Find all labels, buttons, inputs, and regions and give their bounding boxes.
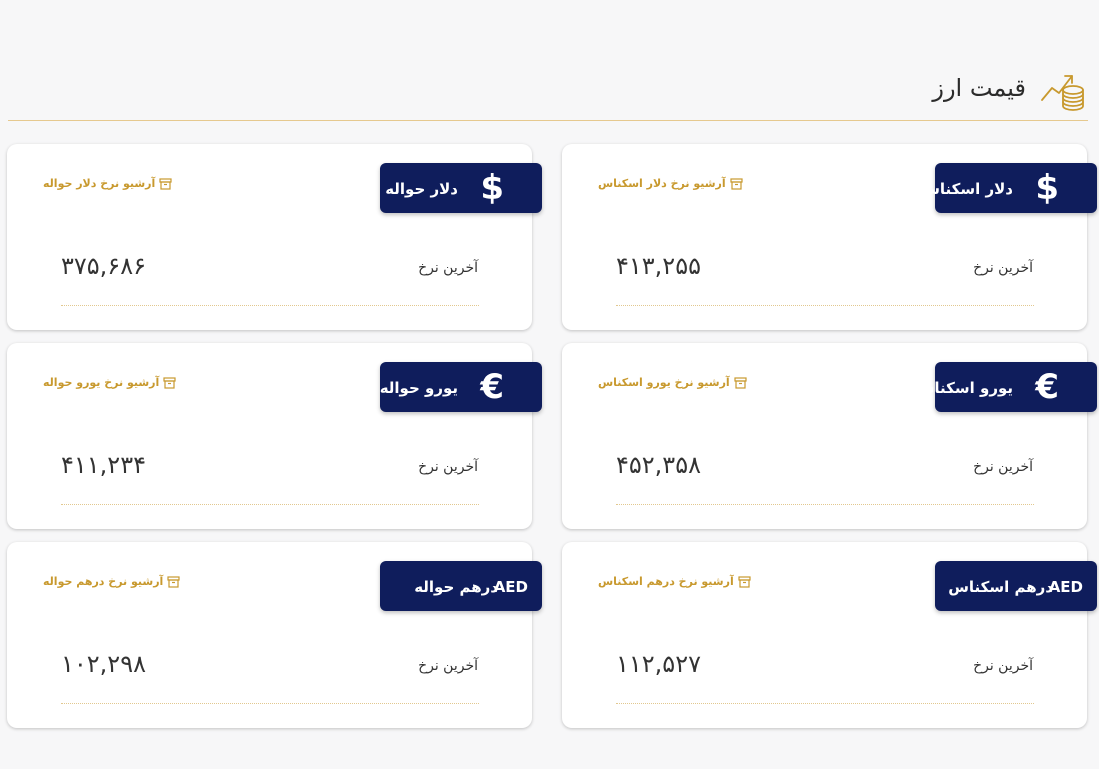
euro-icon: € — [1035, 367, 1059, 407]
rate-label: آخرین نرخ — [418, 260, 478, 276]
rate-card-dollar-transfer: $ دلار حواله آرشیو نرخ دلار حواله آخرین … — [7, 144, 542, 330]
currency-name: درهم اسکناس — [948, 578, 1053, 596]
currency-badge[interactable]: AED درهم اسکناس — [935, 561, 1097, 611]
archive-link-label: آرشیو نرخ درهم حواله — [43, 575, 164, 588]
currency-name: درهم حواله — [414, 578, 498, 596]
divider — [61, 703, 479, 704]
euro-icon: € — [480, 367, 504, 407]
rate-label: آخرین نرخ — [973, 459, 1033, 475]
archive-link[interactable]: آرشیو نرخ یورو اسکناس — [598, 376, 747, 389]
archive-link[interactable]: آرشیو نرخ دلار اسکناس — [598, 177, 743, 190]
archive-link-label: آرشیو نرخ یورو اسکناس — [598, 376, 730, 389]
archive-icon — [163, 376, 176, 389]
rate-card-dollar-cash: $ دلار اسکناس آرشیو نرخ دلار اسکناس آخری… — [562, 144, 1097, 330]
aed-icon: AED — [1048, 578, 1083, 596]
currency-badge[interactable]: AED درهم حواله — [380, 561, 542, 611]
divider — [616, 305, 1034, 306]
archive-link[interactable]: آرشیو نرخ یورو حواله — [43, 376, 176, 389]
rate-label: آخرین نرخ — [973, 260, 1033, 276]
currency-name: دلار اسکناس — [919, 180, 1013, 198]
rate-card-dirham-cash: AED درهم اسکناس آرشیو نرخ درهم اسکناس آخ… — [562, 542, 1097, 728]
rate-value: ۴۱۱,۲۳۴ — [61, 451, 146, 479]
archive-link-label: آرشیو نرخ دلار حواله — [43, 177, 156, 190]
page-title: قیمت ارز — [932, 74, 1026, 102]
currency-badge[interactable]: $ دلار حواله — [380, 163, 542, 213]
archive-link[interactable]: آرشیو نرخ دلار حواله — [43, 177, 172, 190]
currency-badge[interactable]: € یورو حواله — [380, 362, 542, 412]
archive-link-label: آرشیو نرخ دلار اسکناس — [598, 177, 726, 190]
currency-name: یورو حواله — [379, 379, 458, 397]
currency-name: دلار حواله — [385, 180, 458, 198]
rate-value: ۱۰۲,۲۹۸ — [61, 650, 146, 678]
rate-card-euro-cash: € یورو اسکناس آرشیو نرخ یورو اسکناس آخری… — [562, 343, 1097, 529]
rate-card-dirham-transfer: AED درهم حواله آرشیو نرخ درهم حواله آخری… — [7, 542, 542, 728]
aed-icon: AED — [493, 578, 528, 596]
dollar-icon: $ — [1035, 168, 1059, 208]
divider — [616, 504, 1034, 505]
archive-icon — [167, 575, 180, 588]
archive-icon — [159, 177, 172, 190]
rate-value: ۴۱۳,۲۵۵ — [616, 252, 701, 280]
rate-value: ۳۷۵,۶۸۶ — [61, 252, 146, 280]
archive-link[interactable]: آرشیو نرخ درهم اسکناس — [598, 575, 751, 588]
section-header: قیمت ارز — [8, 62, 1088, 121]
rate-label: آخرین نرخ — [418, 658, 478, 674]
rate-card-euro-transfer: € یورو حواله آرشیو نرخ یورو حواله آخرین … — [7, 343, 542, 529]
coins-chart-icon — [1041, 75, 1084, 111]
dollar-icon: $ — [480, 168, 504, 208]
archive-icon — [730, 177, 743, 190]
divider — [61, 504, 479, 505]
archive-icon — [738, 575, 751, 588]
rate-label: آخرین نرخ — [418, 459, 478, 475]
archive-icon — [734, 376, 747, 389]
rate-value: ۴۵۲,۳۵۸ — [616, 451, 701, 479]
rate-value: ۱۱۲,۵۲۷ — [616, 650, 701, 678]
currency-name: یورو اسکناس — [913, 379, 1013, 397]
archive-link[interactable]: آرشیو نرخ درهم حواله — [43, 575, 180, 588]
divider — [61, 305, 479, 306]
archive-link-label: آرشیو نرخ درهم اسکناس — [598, 575, 734, 588]
rate-label: آخرین نرخ — [973, 658, 1033, 674]
archive-link-label: آرشیو نرخ یورو حواله — [43, 376, 160, 389]
currency-badge[interactable]: $ دلار اسکناس — [919, 163, 1097, 213]
divider — [616, 703, 1034, 704]
currency-badge[interactable]: € یورو اسکناس — [914, 362, 1097, 412]
